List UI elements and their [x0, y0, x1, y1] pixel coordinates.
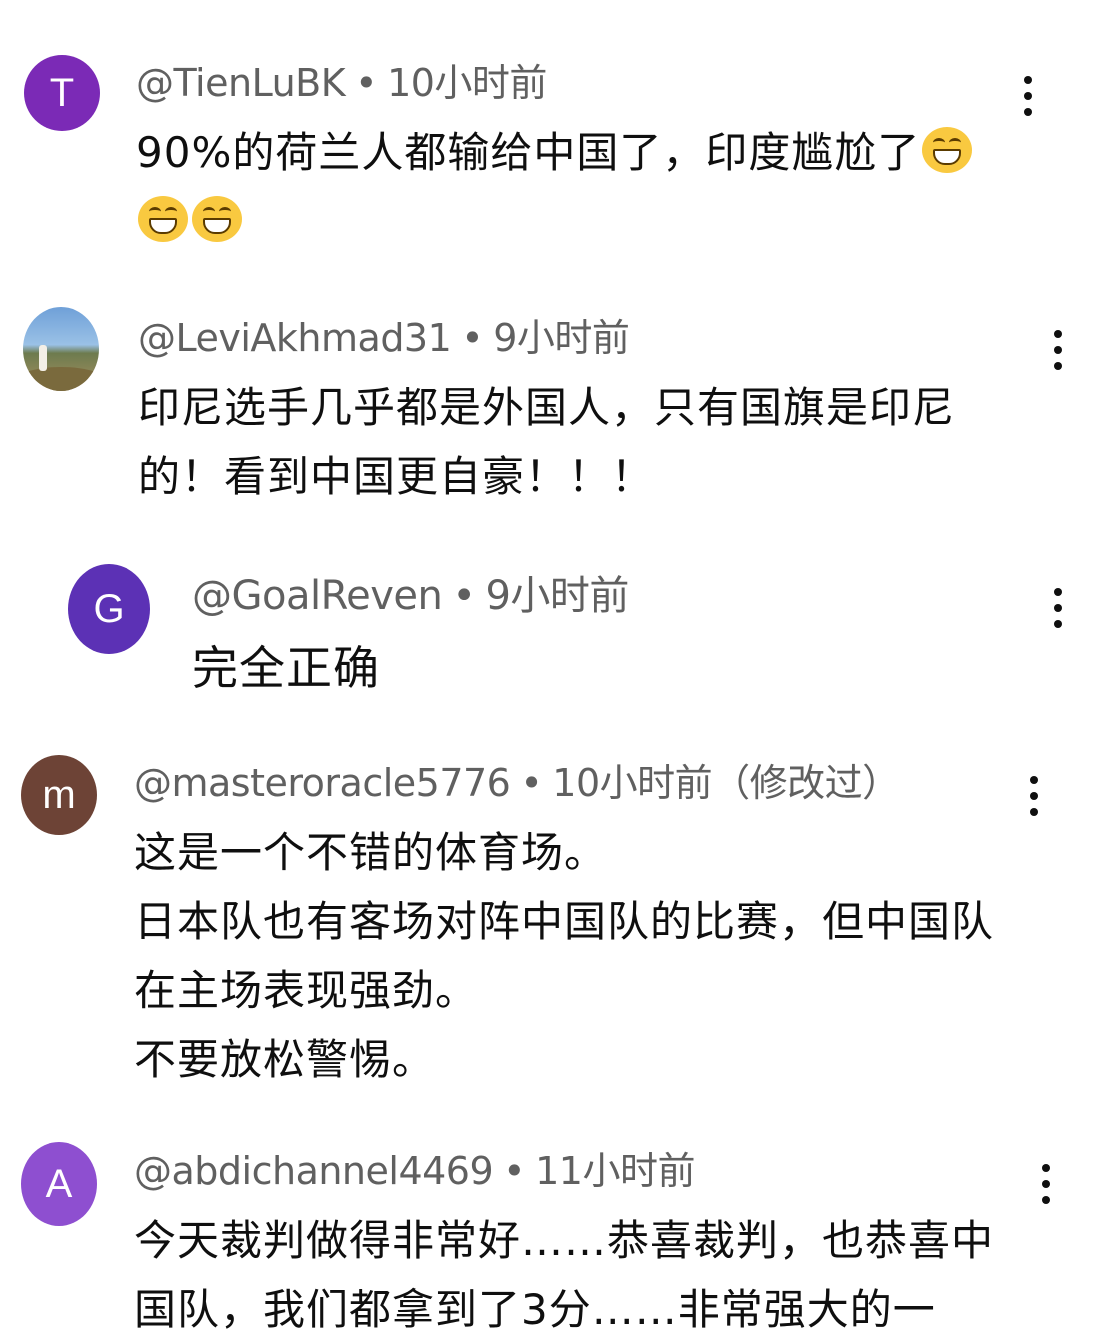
comment-time: 10小时前（修改过） — [552, 761, 900, 805]
meta-separator: • — [461, 316, 484, 360]
comment-time: 9小时前 — [485, 573, 629, 619]
avatar-photo-landscape — [23, 367, 99, 391]
comment-text: 印尼选手几乎都是外国人，只有国旗是印尼 的！看到中国更自豪！！！ — [138, 373, 1038, 511]
avatar-letter: m — [42, 773, 76, 817]
avatar[interactable]: G — [68, 564, 150, 654]
comment-text: 完全正确 — [192, 634, 1012, 703]
comment-meta: @GoalReven • 9小时前 — [192, 573, 629, 619]
comment-item: T @TienLuBK • 10小时前 90%的荷兰人都输给中国了，印度尴尬了 — [0, 0, 1100, 270]
meta-separator: • — [452, 573, 476, 619]
avatar-photo-person — [39, 345, 47, 371]
meta-separator: • — [503, 1149, 526, 1193]
comment-text: 90%的荷兰人都输给中国了，印度尴尬了 — [136, 118, 1016, 256]
comment-text: 这是一个不错的体育场。 日本队也有客场对阵中国队的比赛，但中国队 在主场表现强劲… — [134, 818, 1034, 1094]
avatar-letter: T — [49, 71, 75, 115]
comment-meta: @masteroracle5776 • 10小时前（修改过） — [134, 760, 900, 806]
comment-line: 在主场表现强劲。 — [134, 966, 479, 1015]
comment-line: 这是一个不错的体育场。 — [134, 828, 608, 877]
comment-meta: @abdichannel4469 • 11小时前 — [134, 1148, 695, 1194]
comment-author[interactable]: @GoalReven — [192, 573, 443, 619]
comment-author[interactable]: @TienLuBK — [136, 61, 346, 105]
comment-text: 今天裁判做得非常好……恭喜裁判，也恭喜中 国队，我们都拿到了3分……非常强大的一 — [134, 1206, 1054, 1344]
comment-time: 11小时前 — [535, 1149, 695, 1193]
grinning-squinting-face-icon — [138, 196, 188, 242]
grinning-squinting-face-icon — [192, 196, 242, 242]
comment-line: 完全正确 — [192, 641, 380, 695]
more-vert-icon[interactable] — [1038, 578, 1078, 638]
comment-line: 日本队也有客场对阵中国队的比赛，但中国队 — [134, 897, 995, 946]
avatar-letter: A — [45, 1162, 73, 1206]
meta-separator: • — [520, 761, 543, 805]
comment-author[interactable]: @LeviAkhmad31 — [138, 316, 452, 360]
comment-line: 的！看到中国更自豪！！！ — [138, 452, 655, 501]
meta-separator: • — [355, 61, 378, 105]
avatar[interactable] — [23, 307, 99, 391]
comment-time: 10小时前 — [387, 61, 547, 105]
grinning-squinting-face-icon — [922, 127, 973, 173]
comment-line: 90%的荷兰人都输给中国了，印度尴尬了 — [136, 128, 921, 177]
comment-meta: @TienLuBK • 10小时前 — [136, 60, 547, 106]
comment-author[interactable]: @masteroracle5776 — [134, 761, 511, 805]
avatar[interactable]: m — [21, 755, 97, 835]
comment-line: 今天裁判做得非常好……恭喜裁判，也恭喜中 — [134, 1216, 995, 1265]
more-vert-icon[interactable] — [1014, 766, 1054, 826]
comment-time: 9小时前 — [493, 316, 630, 360]
more-vert-icon[interactable] — [1038, 320, 1078, 380]
comment-line: 不要放松警惕。 — [134, 1035, 436, 1084]
avatar[interactable]: T — [24, 55, 100, 131]
more-vert-icon[interactable] — [1026, 1154, 1066, 1214]
comment-meta: @LeviAkhmad31 • 9小时前 — [138, 315, 630, 361]
avatar-letter: G — [93, 587, 125, 631]
comment-author[interactable]: @abdichannel4469 — [134, 1149, 494, 1193]
comment-line: 印尼选手几乎都是外国人，只有国旗是印尼 — [138, 383, 956, 432]
more-vert-icon[interactable] — [1008, 66, 1048, 126]
comment-line: 国队，我们都拿到了3分……非常强大的一 — [134, 1285, 936, 1334]
avatar[interactable]: A — [21, 1142, 97, 1226]
